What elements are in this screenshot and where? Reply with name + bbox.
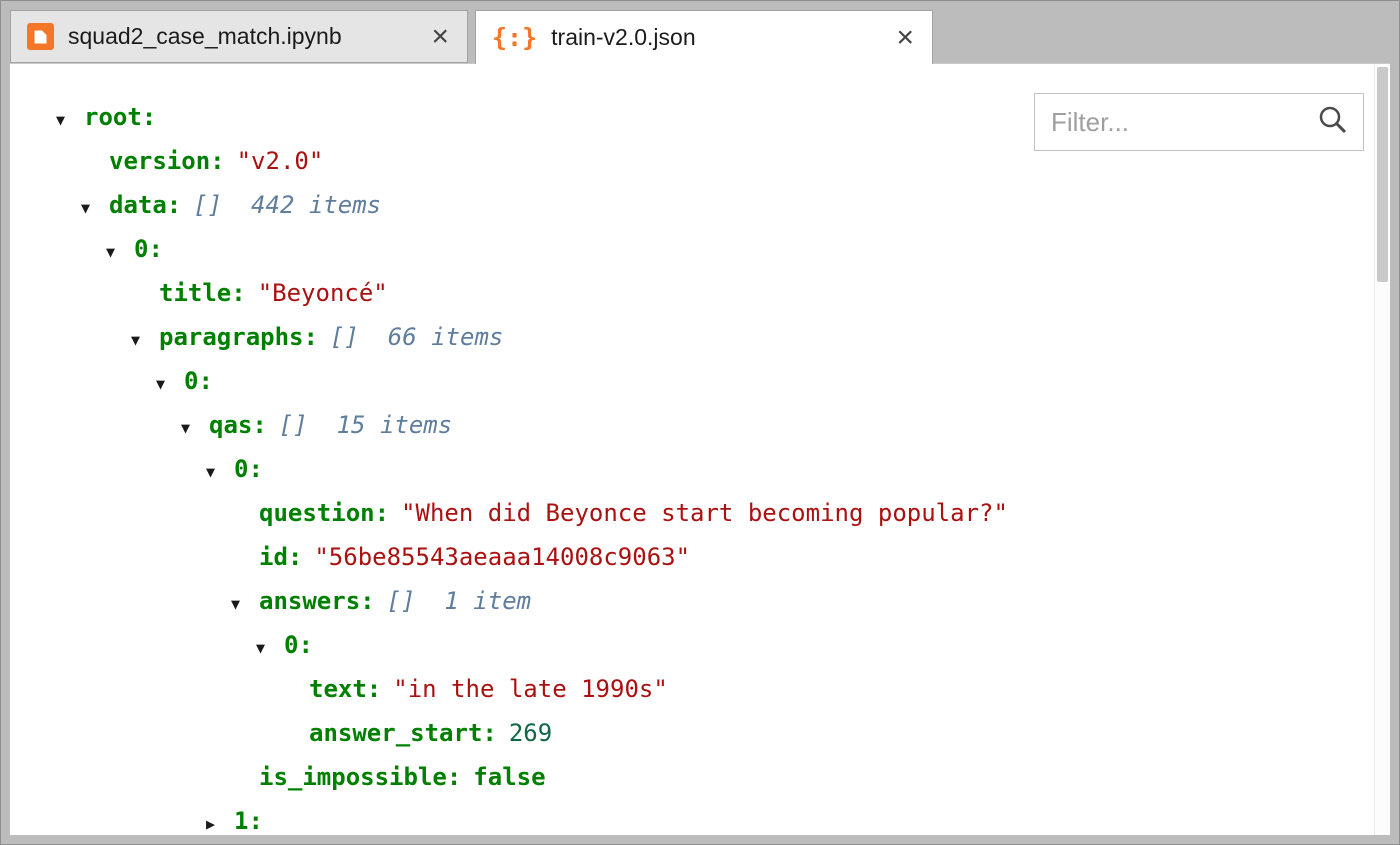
tree-value: [] 1 item [387,587,532,615]
tree-row: answer_start: 269 [10,711,1390,755]
search-icon [1317,104,1349,141]
collapse-toggle-icon[interactable]: ▼ [131,318,159,362]
tab-squad2-case-match-notebook[interactable]: squad2_case_match.ipynb × [10,10,468,63]
filter-box [1034,93,1364,151]
scrollbar-thumb[interactable] [1377,67,1388,282]
tree-key: version: [109,147,225,175]
tree-key: answer_start: [309,719,497,747]
tree-key: data: [109,191,181,219]
collapse-toggle-icon[interactable]: ▼ [256,626,284,670]
tree-key: answers: [259,587,375,615]
tree-row: ▼answers: [] 1 item [10,579,1390,623]
tree-key: 0: [134,235,163,263]
tree-row: text: "in the late 1990s" [10,667,1390,711]
tree-key: question: [259,499,389,527]
collapse-toggle-icon[interactable]: ▼ [56,98,84,142]
collapse-toggle-icon[interactable]: ▼ [106,230,134,274]
tree-row: ▼0: [10,359,1390,403]
notebook-icon [27,23,54,50]
tree-row: ▶1: [10,799,1390,835]
json-icon: {:} [492,23,537,52]
tree-key: is_impossible: [259,763,461,791]
tree-row: ▼0: [10,227,1390,271]
tree-value: "When did Beyonce start becoming popular… [401,499,1008,527]
tab-bar: squad2_case_match.ipynb × {:} train-v2.0… [10,10,1390,63]
scrollbar[interactable] [1374,64,1390,835]
tree-key: id: [259,543,302,571]
window-frame: { "window": { "tabs": [ { "label": "squa… [0,0,1400,845]
expand-toggle-icon[interactable]: ▶ [206,802,234,835]
tree-value: "in the late 1990s" [393,675,668,703]
tree-value: 269 [509,719,552,747]
tree-key: 1: [234,807,263,835]
tab-label: squad2_case_match.ipynb [68,23,342,50]
tree-key: paragraphs: [159,323,318,351]
tree-row: title: "Beyoncé" [10,271,1390,315]
tree-key: text: [309,675,381,703]
tree-key: 0: [234,455,263,483]
tree-value: [] 66 items [330,323,503,351]
tree-row: is_impossible: false [10,755,1390,799]
tree-row: ▼qas: [] 15 items [10,403,1390,447]
tree-value: "v2.0" [237,147,324,175]
collapse-toggle-icon[interactable]: ▼ [156,362,184,406]
tree-value: "56be85543aeaaa14008c9063" [314,543,690,571]
json-tree: ▼root:version:"v2.0"▼data:[] 442 items▼0… [10,64,1390,835]
tree-key: title: [159,279,246,307]
tree-row: ▼0: [10,447,1390,491]
tab-train-v2-json[interactable]: {:} train-v2.0.json × [475,10,933,64]
collapse-toggle-icon[interactable]: ▼ [81,186,109,230]
tree-row: question: "When did Beyonce start becomin… [10,491,1390,535]
tree-row: id: "56be85543aeaaa14008c9063" [10,535,1390,579]
tree-row: ▼paragraphs: [] 66 items [10,315,1390,359]
tree-value: [] 15 items [279,411,452,439]
tree-value: "Beyoncé" [258,279,388,307]
tree-key: 0: [184,367,213,395]
tree-value: [] 442 items [193,191,381,219]
tab-label: train-v2.0.json [551,24,695,51]
close-icon[interactable]: × [429,22,451,52]
tree-key: qas: [209,411,267,439]
tree-key: root: [84,103,156,131]
filter-input[interactable] [1049,106,1309,139]
tree-key: 0: [284,631,313,659]
tree-row: ▼0: [10,623,1390,667]
tree-value: false [473,763,545,791]
collapse-toggle-icon[interactable]: ▼ [181,406,209,450]
tree-row: ▼data: [] 442 items [10,183,1390,227]
collapse-toggle-icon[interactable]: ▼ [231,582,259,626]
collapse-toggle-icon[interactable]: ▼ [206,450,234,494]
json-viewer-panel: ▼root:version:"v2.0"▼data:[] 442 items▼0… [10,63,1390,835]
close-icon[interactable]: × [894,23,916,53]
